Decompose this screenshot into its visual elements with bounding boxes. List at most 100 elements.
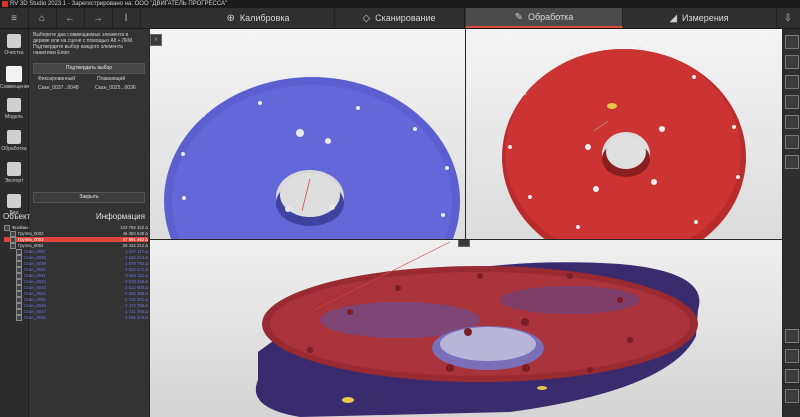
tree-row[interactable]: Скан_0039 1 878 793 Δ	[4, 261, 148, 267]
view-right-button[interactable]	[785, 115, 799, 129]
grid-button[interactable]	[785, 369, 799, 383]
tree-row[interactable]: Скан_0042 2 578 349 Δ	[4, 279, 148, 285]
tree-row-info: 29 434 212 Δ	[122, 243, 148, 248]
download-icon: ⇩	[783, 12, 793, 24]
tree-row-name: Группа_0003	[18, 237, 44, 242]
tree-row[interactable]: Скан_0037 1 647 117 Δ	[4, 249, 148, 255]
tool-model[interactable]: Модель	[0, 95, 28, 131]
tool-label: Совмещение	[0, 84, 31, 90]
floating-label: Плавающий	[97, 76, 126, 82]
tree-row[interactable]: Скан_0038 2 154 213 Δ	[4, 255, 148, 261]
tree-row-info: 1 646 476 Δ	[125, 315, 148, 320]
viewport-fixed[interactable]	[150, 29, 465, 239]
tree-row[interactable]: Скан_0040 2 042 571 Δ	[4, 267, 148, 273]
tree-row-info: 2 625 389 Δ	[125, 291, 148, 296]
tree-row-name: Скан_0047	[24, 309, 46, 314]
view-iso-button[interactable]	[785, 35, 799, 49]
render-mode-button[interactable]	[785, 349, 799, 363]
tree-row-name: Группа_0002	[18, 231, 44, 236]
tree-row-name: Скан_0038	[24, 255, 46, 260]
lighting-button[interactable]	[785, 389, 799, 403]
arrow-left-icon: ←	[65, 12, 75, 24]
tree-row-info: 47 891 462 Δ	[122, 237, 148, 242]
view-back-button[interactable]	[785, 75, 799, 89]
fixed-value: Скан_0037...0048	[38, 85, 79, 91]
tool-cleanup[interactable]: Очистка	[0, 31, 28, 67]
tab-label: Измерения	[682, 13, 729, 23]
tool-column: Очистка Совмещение Модель Обработка Эксп…	[0, 29, 31, 417]
confirm-selection-button[interactable]: Подтвердить выбор	[33, 63, 145, 74]
tree-row-info: 1 878 793 Δ	[125, 261, 148, 266]
view-left-button[interactable]	[785, 95, 799, 109]
cube-icon: ◇	[362, 12, 371, 24]
view-front-button[interactable]	[785, 55, 799, 69]
view-toolbar	[783, 29, 800, 417]
tree-row-name: Фреймы	[12, 225, 29, 230]
brush-icon	[7, 130, 21, 144]
tree-header-info: Информация	[96, 212, 145, 221]
tree-row-info: 2 042 571 Δ	[125, 267, 148, 272]
tree-row-info: 2 654 211 Δ	[125, 273, 148, 278]
view-top-button[interactable]	[785, 135, 799, 149]
tree-row-info: 2 154 213 Δ	[125, 255, 148, 260]
close-button[interactable]: Закрыть	[33, 192, 145, 203]
back-button[interactable]: ←	[56, 8, 85, 28]
tab-label: Сканирование	[375, 13, 436, 23]
tree-row-name: Скан_0046	[24, 303, 46, 308]
download-button[interactable]: ⇩	[776, 8, 800, 28]
tree-row-name: Скан_0048	[24, 315, 46, 320]
thermometer-icon: ǀ	[124, 12, 128, 24]
split-collapse-button[interactable]: ^	[458, 240, 470, 247]
probe-button[interactable]: ǀ	[112, 8, 141, 28]
export-icon	[7, 162, 21, 176]
tree-row[interactable]: Скан_0046 2 473 796 Δ	[4, 303, 148, 309]
tree-row-info: 2 316 001 Δ	[125, 297, 148, 302]
tab-calibration[interactable]: ⊕ Калибровка	[182, 8, 335, 28]
tool-export[interactable]: Экспорт	[0, 159, 28, 195]
tree-row-info: 2 578 349 Δ	[125, 279, 148, 284]
tree-row[interactable]: Скан_0045 2 316 001 Δ	[4, 297, 148, 303]
tool-alignment[interactable]: Совмещение	[0, 63, 31, 99]
tool-label: Очистка	[4, 50, 24, 56]
zoom-fit-button[interactable]	[785, 329, 799, 343]
viewport-merged[interactable]: ^	[150, 240, 782, 417]
tree-row[interactable]: Скан_0047 1 721 706 Δ	[4, 309, 148, 315]
tree-row[interactable]: Группа_0002 46 350 648 Δ	[4, 231, 148, 237]
view-bottom-button[interactable]	[785, 155, 799, 169]
tab-label: Обработка	[527, 12, 574, 22]
tool-label: Обработка	[1, 146, 27, 152]
tree-header-object: Объект	[3, 212, 31, 221]
tree-row[interactable]: Скан_0048 1 646 476 Δ	[4, 315, 148, 321]
tree-row[interactable]: Скан_0043 2 512 800 Δ	[4, 285, 148, 291]
eraser-icon	[7, 34, 21, 48]
tab-scanning[interactable]: ◇ Сканирование	[334, 8, 465, 28]
viewport-floating[interactable]	[466, 29, 782, 239]
chevron-left-icon: ‹	[154, 36, 158, 43]
view-icon	[7, 194, 21, 208]
pencil-icon: ✎	[514, 11, 523, 23]
tab-label: Калибровка	[239, 13, 290, 23]
tree-row-info: 1 647 117 Δ	[125, 249, 148, 254]
tree-row[interactable]: Скан_0041 2 654 211 Δ	[4, 273, 148, 279]
tool-view[interactable]: Вид	[0, 191, 28, 227]
tree-row-info: 2 473 796 Δ	[125, 303, 148, 308]
align-icon	[6, 66, 22, 82]
tool-processing[interactable]: Обработка	[0, 127, 28, 163]
tab-measurements[interactable]: ◢ Измерения	[622, 8, 777, 28]
merged-scan-render	[255, 241, 700, 417]
tab-processing[interactable]: ✎ Обработка	[466, 8, 623, 28]
home-button[interactable]: ⌂	[28, 8, 57, 28]
tree-row-info: 1 721 706 Δ	[125, 309, 148, 314]
menu-button[interactable]: ≡	[0, 8, 29, 28]
tree-row[interactable]: Группа_0004 29 434 212 Δ	[4, 243, 148, 249]
visibility-checkbox[interactable]	[16, 315, 22, 321]
tree-row[interactable]: Группа_0003 47 891 462 Δ	[4, 237, 148, 243]
forward-button[interactable]: →	[84, 8, 113, 28]
tree-row-name: Скан_0039	[24, 261, 46, 266]
main-toolbar: ≡ ⌂ ← → ǀ ⊕ Калибровка ◇ Сканирование ✎ Обр…	[0, 8, 800, 29]
red-scan-render	[502, 45, 746, 239]
panel-collapse-button[interactable]: ‹	[150, 34, 162, 46]
tree-row-name: Скан_0037	[24, 249, 46, 254]
tree-row[interactable]: Фреймы 123 789 322 Δ	[4, 225, 148, 231]
tree-row[interactable]: Скан_0044 2 625 389 Δ	[4, 291, 148, 297]
